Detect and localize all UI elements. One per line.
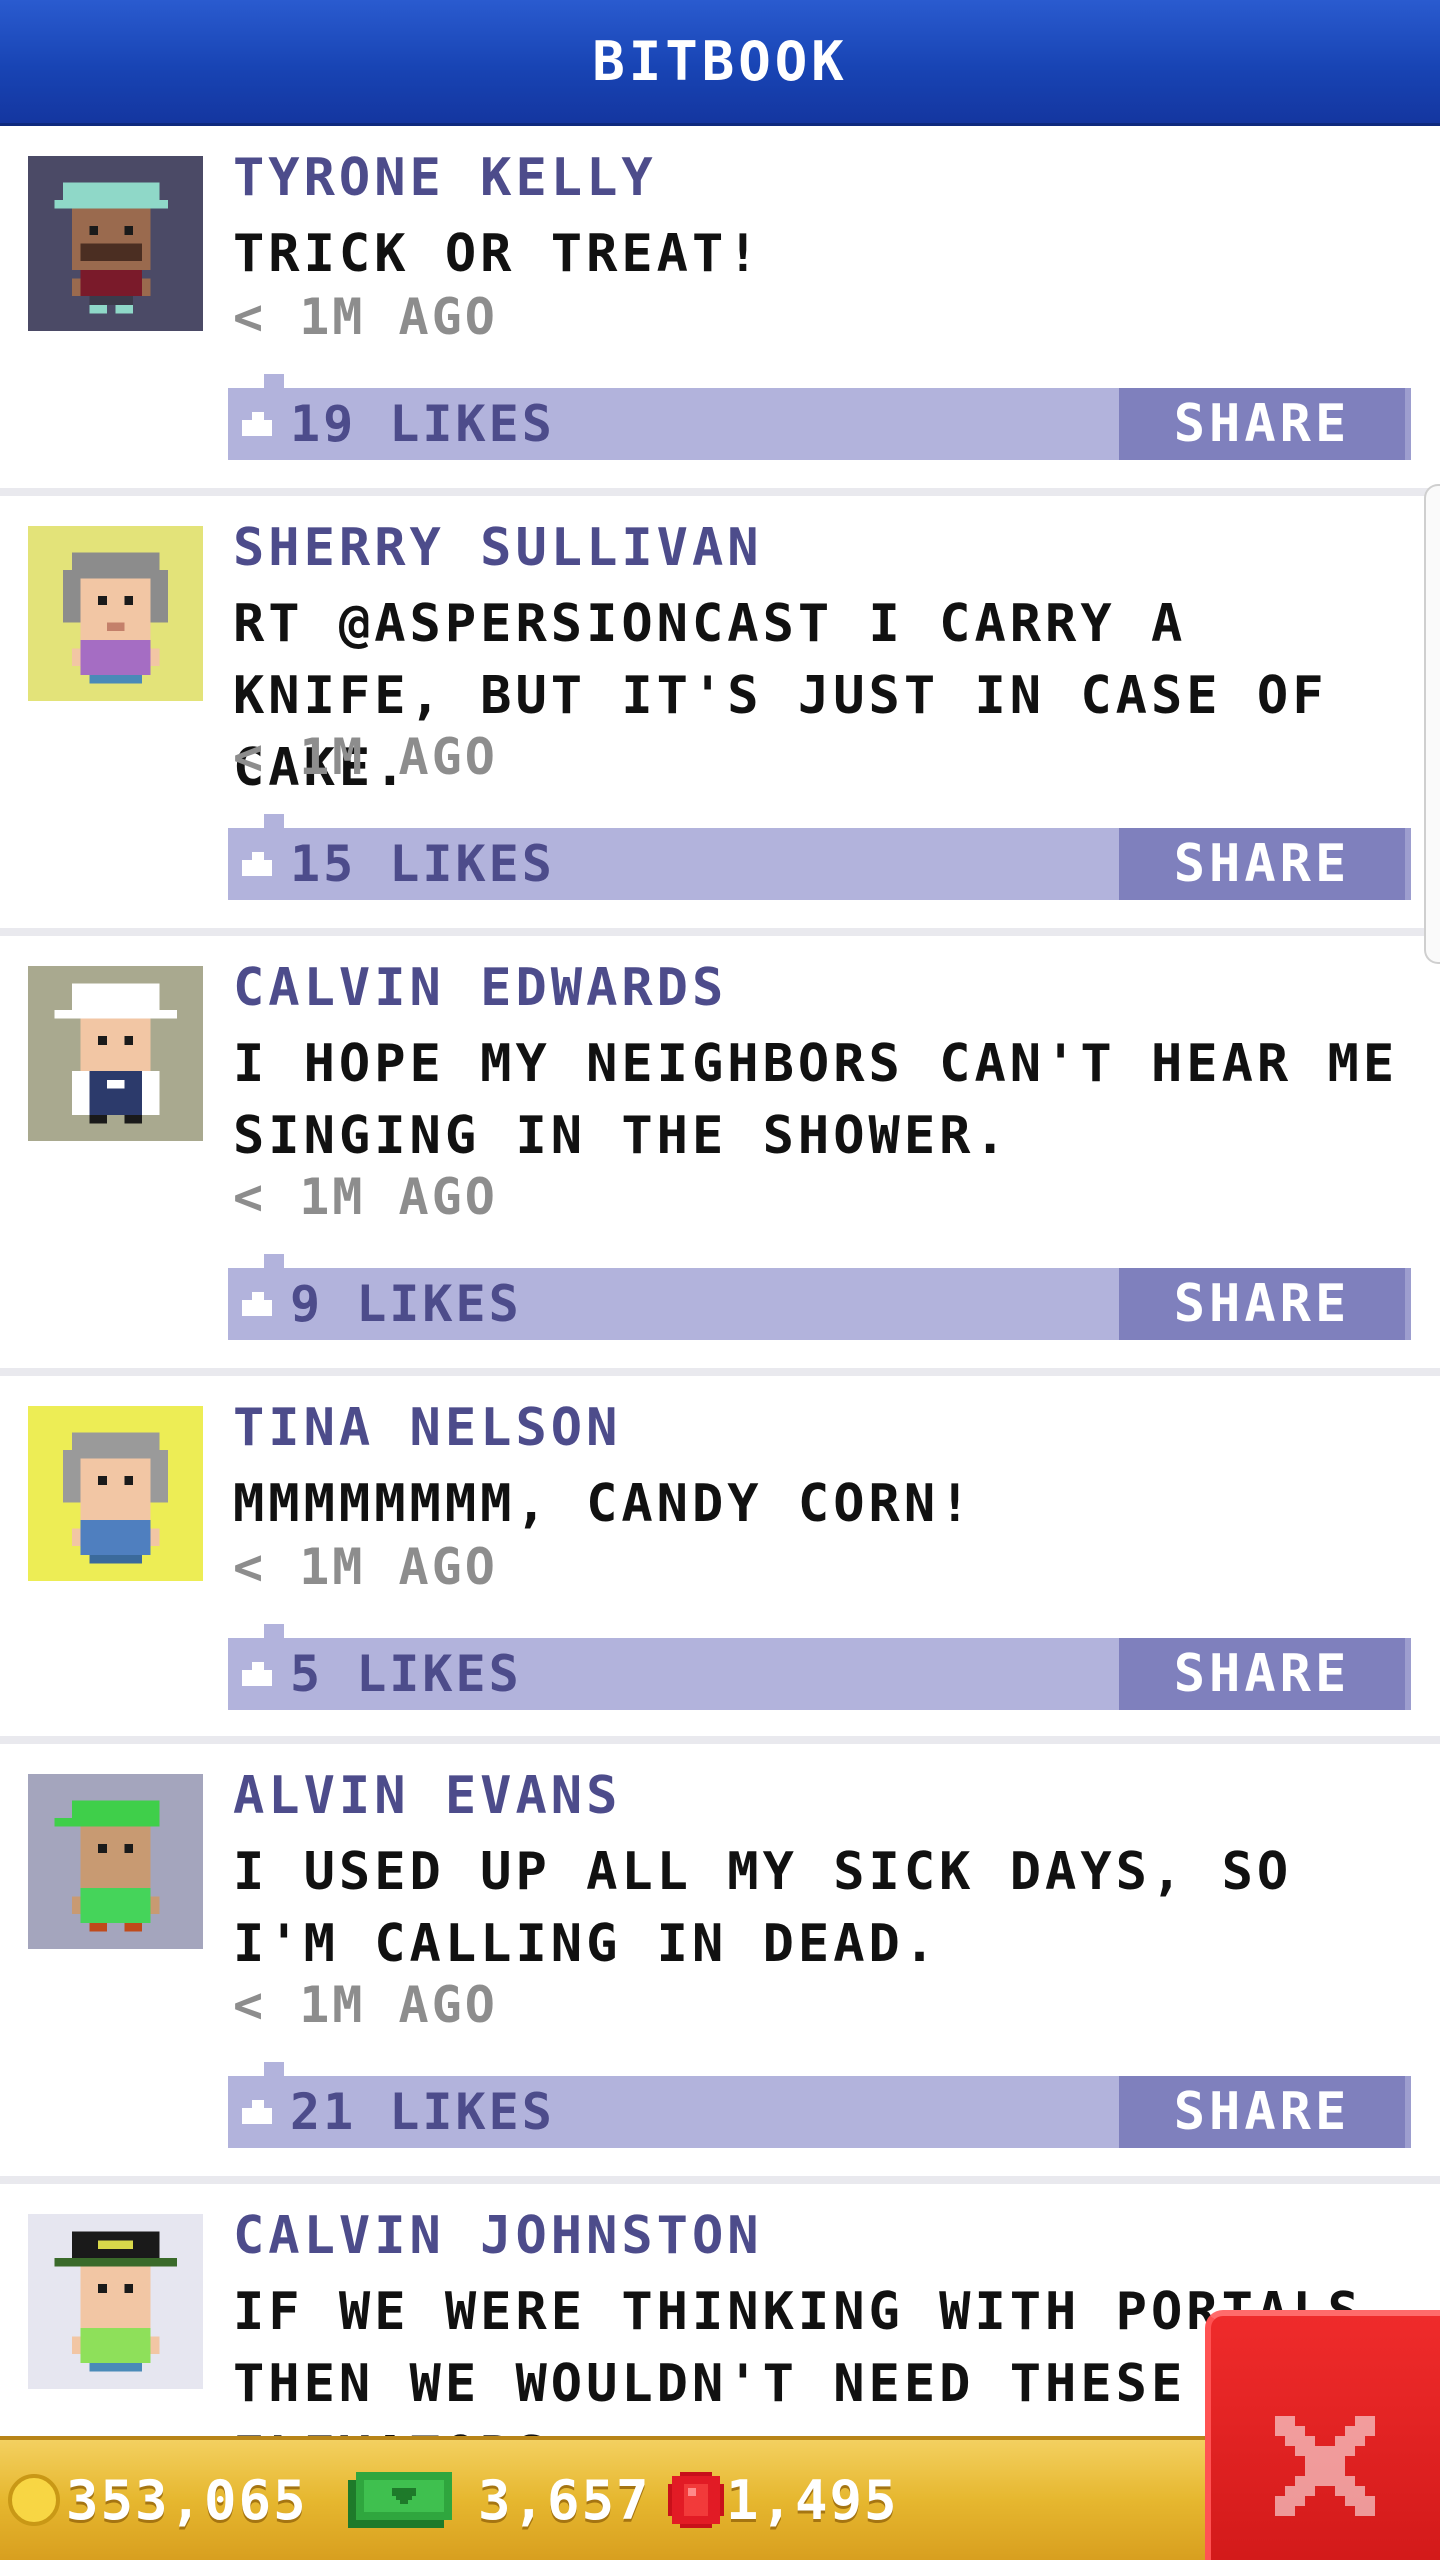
feed-post: CALVIN EDWARDS I HOPE MY NEIGHBORS CAN'T… xyxy=(0,936,1440,1376)
like-button[interactable]: 19 LIKES xyxy=(228,388,555,460)
poster-name: TINA NELSON xyxy=(233,1398,622,1458)
share-button[interactable]: SHARE xyxy=(1119,828,1411,900)
avatar[interactable] xyxy=(28,966,203,1141)
gems-counter: 1,495 xyxy=(668,2440,899,2560)
like-count: 21 LIKES xyxy=(290,2083,555,2141)
poster-name: CALVIN EDWARDS xyxy=(233,958,728,1018)
avatar[interactable] xyxy=(28,156,203,331)
post-message: TRICK OR TREAT! xyxy=(233,224,763,284)
scroll-indicator[interactable] xyxy=(1424,484,1440,964)
post-time: < 1M AGO xyxy=(233,1168,498,1226)
coins-value: 353,065 xyxy=(66,2468,308,2532)
poster-name: ALVIN EVANS xyxy=(233,1766,622,1826)
post-message: I HOPE MY NEIGHBORS CAN'T HEAR ME SINGIN… xyxy=(233,1034,1399,1166)
post-actions: 19 LIKES SHARE xyxy=(228,374,1411,460)
like-icon xyxy=(242,852,272,876)
poster-name: TYRONE KELLY xyxy=(233,148,657,208)
close-button[interactable] xyxy=(1205,2310,1440,2560)
feed-post: SHERRY SULLIVAN RT @ASPERSIONCAST I CARR… xyxy=(0,496,1440,936)
poster-name: CALVIN JOHNSTON xyxy=(233,2206,763,2266)
like-button[interactable]: 21 LIKES xyxy=(228,2076,555,2148)
like-button[interactable]: 9 LIKES xyxy=(228,1268,522,1340)
post-time: < 1M AGO xyxy=(233,1538,498,1596)
avatar[interactable] xyxy=(28,1406,203,1581)
like-count: 15 LIKES xyxy=(290,835,555,893)
post-actions: 21 LIKES SHARE xyxy=(228,2062,1411,2148)
avatar[interactable] xyxy=(28,2214,203,2389)
post-actions: 15 LIKES SHARE xyxy=(228,814,1411,900)
feed[interactable]: TYRONE KELLY TRICK OR TREAT! < 1M AGO 19… xyxy=(0,126,1440,2436)
share-button[interactable]: SHARE xyxy=(1119,388,1411,460)
post-message: I USED UP ALL MY SICK DAYS, SO I'M CALLI… xyxy=(233,1842,1293,1974)
like-button[interactable]: 5 LIKES xyxy=(228,1638,522,1710)
bux-value: 3,657 xyxy=(478,2468,651,2532)
post-time: < 1M AGO xyxy=(233,728,498,786)
like-count: 19 LIKES xyxy=(290,395,555,453)
like-icon xyxy=(242,1292,272,1316)
share-button[interactable]: SHARE xyxy=(1119,1638,1411,1710)
close-icon xyxy=(1275,2416,1375,2516)
poster-name: SHERRY SULLIVAN xyxy=(233,518,763,578)
like-icon xyxy=(242,2100,272,2124)
post-actions: 5 LIKES SHARE xyxy=(228,1624,1411,1710)
post-time: < 1M AGO xyxy=(233,1976,498,2034)
post-time: < 1M AGO xyxy=(233,288,498,346)
avatar[interactable] xyxy=(28,526,203,701)
app-title: BITBOOK xyxy=(592,30,848,93)
like-button[interactable]: 15 LIKES xyxy=(228,828,555,900)
feed-post: TYRONE KELLY TRICK OR TREAT! < 1M AGO 19… xyxy=(0,126,1440,496)
coins-counter: 353,065 xyxy=(8,2440,308,2560)
gems-value: 1,495 xyxy=(726,2468,899,2532)
share-button[interactable]: SHARE xyxy=(1119,1268,1411,1340)
cash-icon xyxy=(348,2472,452,2528)
like-icon xyxy=(242,1662,272,1686)
coin-icon xyxy=(8,2474,60,2526)
avatar[interactable] xyxy=(28,1774,203,1949)
feed-post: TINA NELSON MMMMMMMM, CANDY CORN! < 1M A… xyxy=(0,1376,1440,1744)
post-message: MMMMMMMM, CANDY CORN! xyxy=(233,1474,975,1534)
post-actions: 9 LIKES SHARE xyxy=(228,1254,1411,1340)
like-count: 9 LIKES xyxy=(290,1275,522,1333)
gem-icon xyxy=(668,2472,724,2528)
share-button[interactable]: SHARE xyxy=(1119,2076,1411,2148)
bux-counter: 3,657 xyxy=(348,2440,651,2560)
like-icon xyxy=(242,412,272,436)
like-count: 5 LIKES xyxy=(290,1645,522,1703)
feed-post: ALVIN EVANS I USED UP ALL MY SICK DAYS, … xyxy=(0,1744,1440,2184)
app-header: BITBOOK xyxy=(0,0,1440,126)
